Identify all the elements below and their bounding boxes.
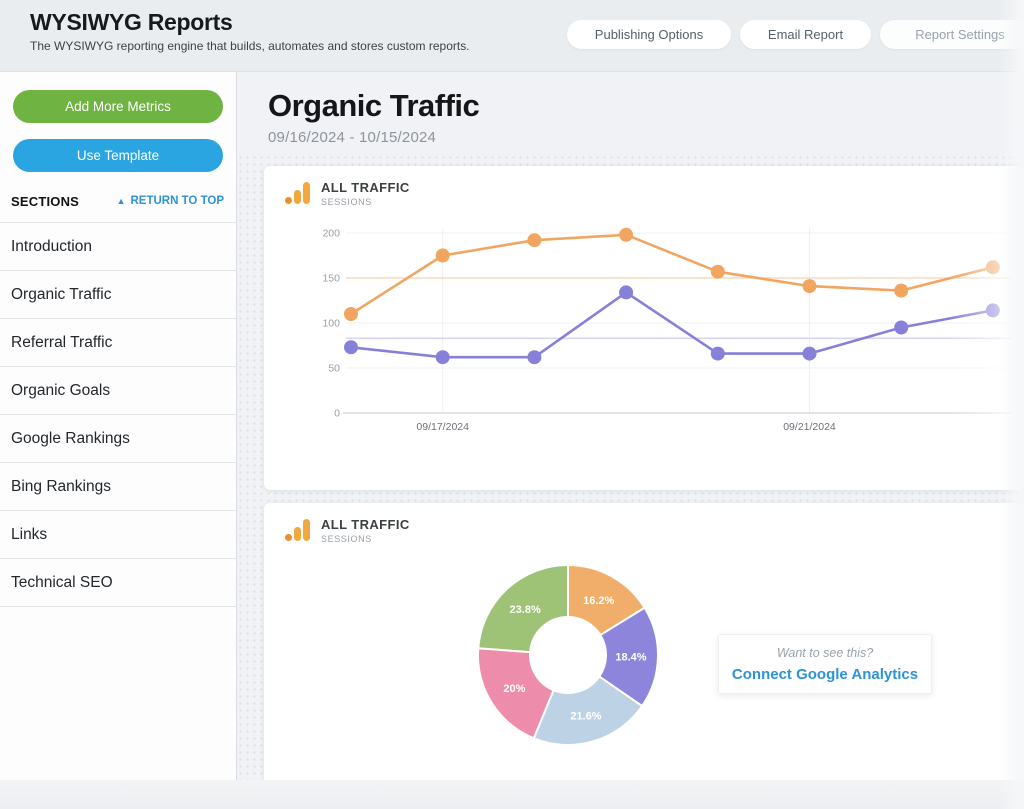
header-buttons: Publishing Options Email Report Report Set…	[567, 20, 1024, 49]
data-point[interactable]	[344, 307, 358, 321]
return-to-top-label: RETURN TO TOP	[131, 195, 225, 207]
sections-label: SECTIONS	[11, 194, 79, 209]
donut-slice-label: 21.6%	[570, 710, 601, 722]
data-point[interactable]	[619, 285, 633, 299]
card2-title: ALL TRAFFIC	[321, 517, 410, 532]
data-point[interactable]	[894, 284, 908, 298]
analytics-icon-tall-bar	[303, 519, 310, 541]
analytics-icon-dot	[285, 534, 292, 541]
sidebar-item-organic-goals[interactable]: Organic Goals	[0, 367, 236, 415]
report-title-block: Organic Traffic 09/16/2024 - 10/15/2024	[268, 88, 479, 146]
data-point[interactable]	[527, 350, 541, 364]
app-title: WYSIWYG Reports	[30, 9, 470, 36]
donut-slice-label: 23.8%	[510, 604, 541, 616]
publishing-options-button[interactable]: Publishing Options	[567, 20, 731, 49]
analytics-bars-icon	[284, 517, 311, 544]
card1-subtitle: SESSIONS	[321, 197, 410, 207]
data-point[interactable]	[803, 279, 817, 293]
report-settings-button[interactable]: Report Settings	[880, 20, 1024, 49]
analytics-icon-mid-bar	[294, 527, 301, 541]
sessions-line-chart: 0 50 100 150 200 09/17/2024 09/21/2024	[264, 166, 1024, 490]
sidebar-item-organic-traffic[interactable]: Organic Traffic	[0, 271, 236, 319]
data-point[interactable]	[527, 233, 541, 247]
data-point[interactable]	[619, 228, 633, 242]
donut-slice-label: 20%	[503, 683, 525, 695]
return-to-top-link[interactable]: ▲ RETURN TO TOP	[117, 195, 224, 207]
app-subtitle: The WYSIWYG reporting engine that builds…	[30, 39, 470, 53]
x-tick-label: 09/17/2024	[416, 421, 469, 433]
x-tick-label: 09/21/2024	[783, 421, 836, 433]
data-point[interactable]	[711, 265, 725, 279]
footer-strip	[0, 780, 1024, 809]
sidebar-item-links[interactable]: Links	[0, 511, 236, 559]
donut-slice-label: 16.2%	[583, 595, 614, 607]
data-point[interactable]	[986, 303, 1000, 317]
y-tick-label: 50	[328, 363, 340, 375]
use-template-button[interactable]: Use Template	[13, 139, 223, 172]
connect-analytics-box: Want to see this? Connect Google Analyti…	[718, 634, 932, 694]
report-date-range: 09/16/2024 - 10/15/2024	[268, 129, 479, 146]
card2-header: ALL TRAFFIC SESSIONS	[284, 517, 410, 544]
connect-prompt: Want to see this?	[719, 646, 931, 660]
add-more-metrics-button[interactable]: Add More Metrics	[13, 90, 223, 123]
data-point[interactable]	[894, 321, 908, 335]
donut-chart-card: ALL TRAFFIC SESSIONS 16.2% 18.4% 21.6% 20% 2…	[264, 503, 1024, 780]
connect-google-analytics-link[interactable]: Connect Google Analytics	[719, 666, 931, 683]
top-header: WYSIWYG Reports The WYSIWYG reporting en…	[0, 0, 1024, 72]
email-report-button[interactable]: Email Report	[740, 20, 871, 49]
analytics-icon-tall-bar	[303, 182, 310, 204]
analytics-bars-icon	[284, 180, 311, 207]
line-series-0	[351, 235, 993, 314]
line-chart-card: 0 50 100 150 200 09/17/2024 09/21/2024 ALL TRA…	[264, 166, 1024, 490]
up-arrow-icon: ▲	[117, 197, 126, 206]
data-point[interactable]	[436, 350, 450, 364]
sections-list: IntroductionOrganic TrafficReferral Traf…	[0, 222, 236, 607]
data-point[interactable]	[711, 347, 725, 361]
brand-block: WYSIWYG Reports The WYSIWYG reporting en…	[30, 9, 470, 53]
data-point[interactable]	[986, 260, 1000, 274]
data-point[interactable]	[344, 340, 358, 354]
y-tick-label: 200	[322, 228, 340, 240]
card1-title: ALL TRAFFIC	[321, 180, 410, 195]
data-point[interactable]	[803, 347, 817, 361]
sessions-donut-chart: 16.2% 18.4% 21.6% 20% 23.8%	[468, 555, 668, 755]
page-title: Organic Traffic	[268, 88, 479, 124]
y-tick-label: 100	[322, 318, 340, 330]
donut-slice-label: 18.4%	[615, 652, 646, 664]
sidebar-item-google-rankings[interactable]: Google Rankings	[0, 415, 236, 463]
sidebar-item-introduction[interactable]: Introduction	[0, 223, 236, 271]
sidebar-item-bing-rankings[interactable]: Bing Rankings	[0, 463, 236, 511]
data-point[interactable]	[436, 249, 450, 263]
y-tick-label: 0	[334, 408, 340, 420]
analytics-icon-mid-bar	[294, 190, 301, 204]
y-tick-label: 150	[322, 273, 340, 285]
sections-header-row: SECTIONS ▲ RETURN TO TOP	[0, 193, 236, 209]
sidebar: Add More Metrics Use Template SECTIONS ▲…	[0, 72, 237, 780]
sidebar-item-referral-traffic[interactable]: Referral Traffic	[0, 319, 236, 367]
card1-header: ALL TRAFFIC SESSIONS	[284, 180, 410, 207]
card2-subtitle: SESSIONS	[321, 534, 410, 544]
sidebar-item-technical-seo[interactable]: Technical SEO	[0, 559, 236, 607]
analytics-icon-dot	[285, 197, 292, 204]
